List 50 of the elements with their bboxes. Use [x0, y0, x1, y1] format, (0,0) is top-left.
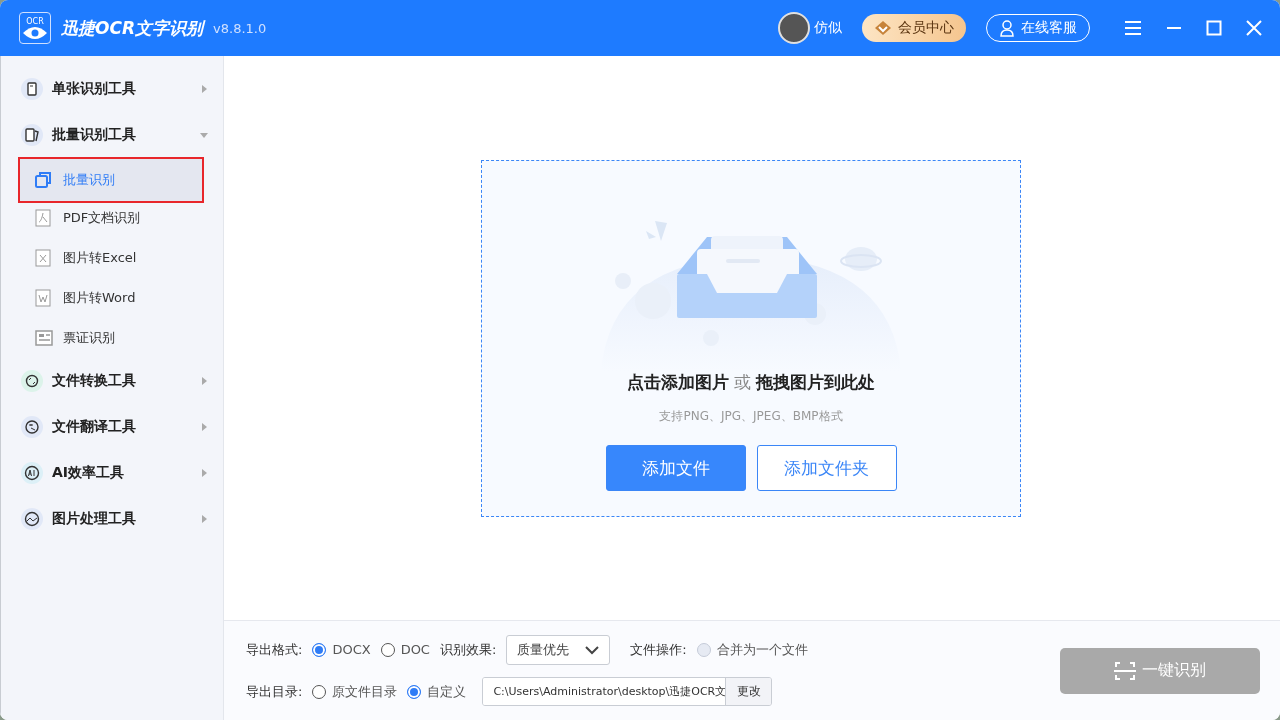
pdf-file-icon	[35, 209, 53, 227]
copy-icon	[35, 171, 53, 189]
user-name: 仿似	[814, 19, 842, 37]
ai-icon	[21, 462, 43, 484]
sidebar-group[interactable]: 单张识别工具	[1, 66, 223, 112]
sidebar-group[interactable]: 批量识别工具	[1, 112, 223, 158]
image-icon	[21, 508, 43, 530]
caret-right-icon	[199, 468, 209, 478]
diamond-icon	[874, 20, 892, 36]
version-label: v8.8.1.0	[213, 20, 267, 36]
caret-right-icon	[199, 514, 209, 524]
person-icon	[999, 19, 1015, 37]
menu-icon[interactable]	[1124, 20, 1142, 36]
avatar[interactable]	[778, 12, 810, 44]
app-logo: OCR	[19, 12, 51, 44]
add-folder-button[interactable]: 添加文件夹	[756, 445, 897, 491]
scan-icon	[1114, 660, 1136, 681]
radio-button[interactable]: DOCX	[312, 642, 371, 657]
radio-button[interactable]: DOC	[380, 642, 430, 657]
supported-formats-text: 支持PNG、JPG、JPEG、BMP格式	[659, 408, 843, 425]
radio-button[interactable]: 原文件目录	[312, 682, 398, 701]
sidebar-group[interactable]: AI效率工具	[1, 450, 223, 496]
maximize-icon[interactable]	[1206, 20, 1222, 36]
excel-file-icon	[35, 249, 53, 267]
sidebar-group[interactable]: 文件转换工具	[1, 358, 223, 404]
word-file-icon	[35, 289, 53, 307]
caret-down-icon	[199, 130, 209, 140]
vip-center-button[interactable]: 会员中心	[862, 14, 966, 42]
drop-zone[interactable]: 点击添加图片 或 拖拽图片到此处 支持PNG、JPG、JPEG、BMP格式 添加文件 添加文件夹	[481, 160, 1021, 517]
drop-instruction: 点击添加图片 或 拖拽图片到此处	[626, 371, 876, 394]
ticket-icon	[35, 329, 53, 347]
sidebar-group[interactable]: 文件翻译工具	[1, 404, 223, 450]
option-label: 导出格式:	[246, 640, 303, 659]
sidebar-item[interactable]: 图片转Word	[19, 278, 203, 318]
documents-icon	[21, 124, 43, 146]
app-title: 迅捷OCR文字识别	[61, 16, 204, 40]
close-icon[interactable]	[1246, 20, 1262, 36]
sidebar-item[interactable]: 票证识别	[19, 318, 203, 358]
sidebar-group[interactable]: 图片处理工具	[1, 496, 223, 542]
option-label: 识别效果:	[439, 640, 497, 659]
caret-right-icon	[199, 422, 209, 432]
caret-right-icon	[199, 84, 209, 94]
option-label: 导出目录:	[246, 682, 303, 701]
quality-dropdown[interactable]: 质量优先	[506, 634, 611, 665]
document-icon	[21, 78, 43, 100]
caret-right-icon	[199, 376, 209, 386]
chevron-down-icon	[585, 644, 600, 655]
sidebar-item[interactable]: 图片转Excel	[19, 238, 203, 278]
radio-button[interactable]: 自定义	[407, 682, 467, 701]
option-label: 文件操作:	[630, 640, 687, 659]
